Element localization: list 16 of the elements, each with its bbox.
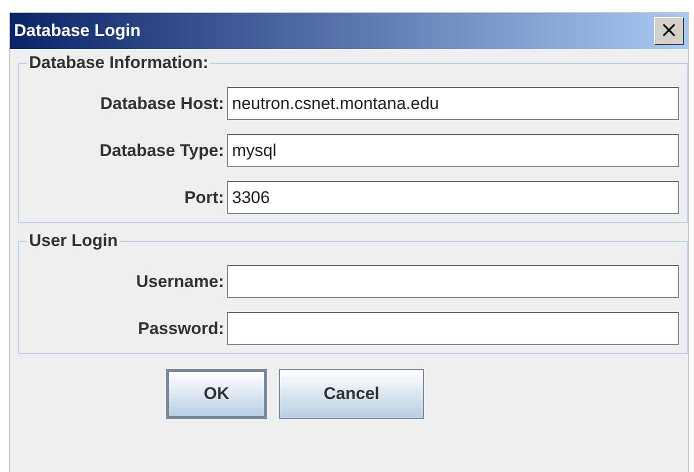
input-field[interactable] xyxy=(227,312,679,345)
input-field[interactable]: neutron.csnet.montana.edu xyxy=(227,87,679,120)
field-label: Port: xyxy=(184,188,224,208)
group-title: User Login xyxy=(28,231,119,251)
close-button[interactable]: × xyxy=(654,17,684,45)
dialog-button[interactable]: Cancel xyxy=(279,369,424,419)
window-title: Database Login xyxy=(14,21,141,41)
field-label: Database Host: xyxy=(100,94,224,114)
dialog-button[interactable]: OK xyxy=(166,369,267,419)
group-title: Database Information: xyxy=(28,53,210,73)
input-field[interactable]: 3306 xyxy=(227,181,679,214)
input-field[interactable]: mysql xyxy=(227,134,679,167)
field-label: Database Type: xyxy=(100,140,224,160)
field-label: Password: xyxy=(138,318,224,338)
field-label: Username: xyxy=(136,272,224,292)
input-field[interactable] xyxy=(227,265,679,298)
